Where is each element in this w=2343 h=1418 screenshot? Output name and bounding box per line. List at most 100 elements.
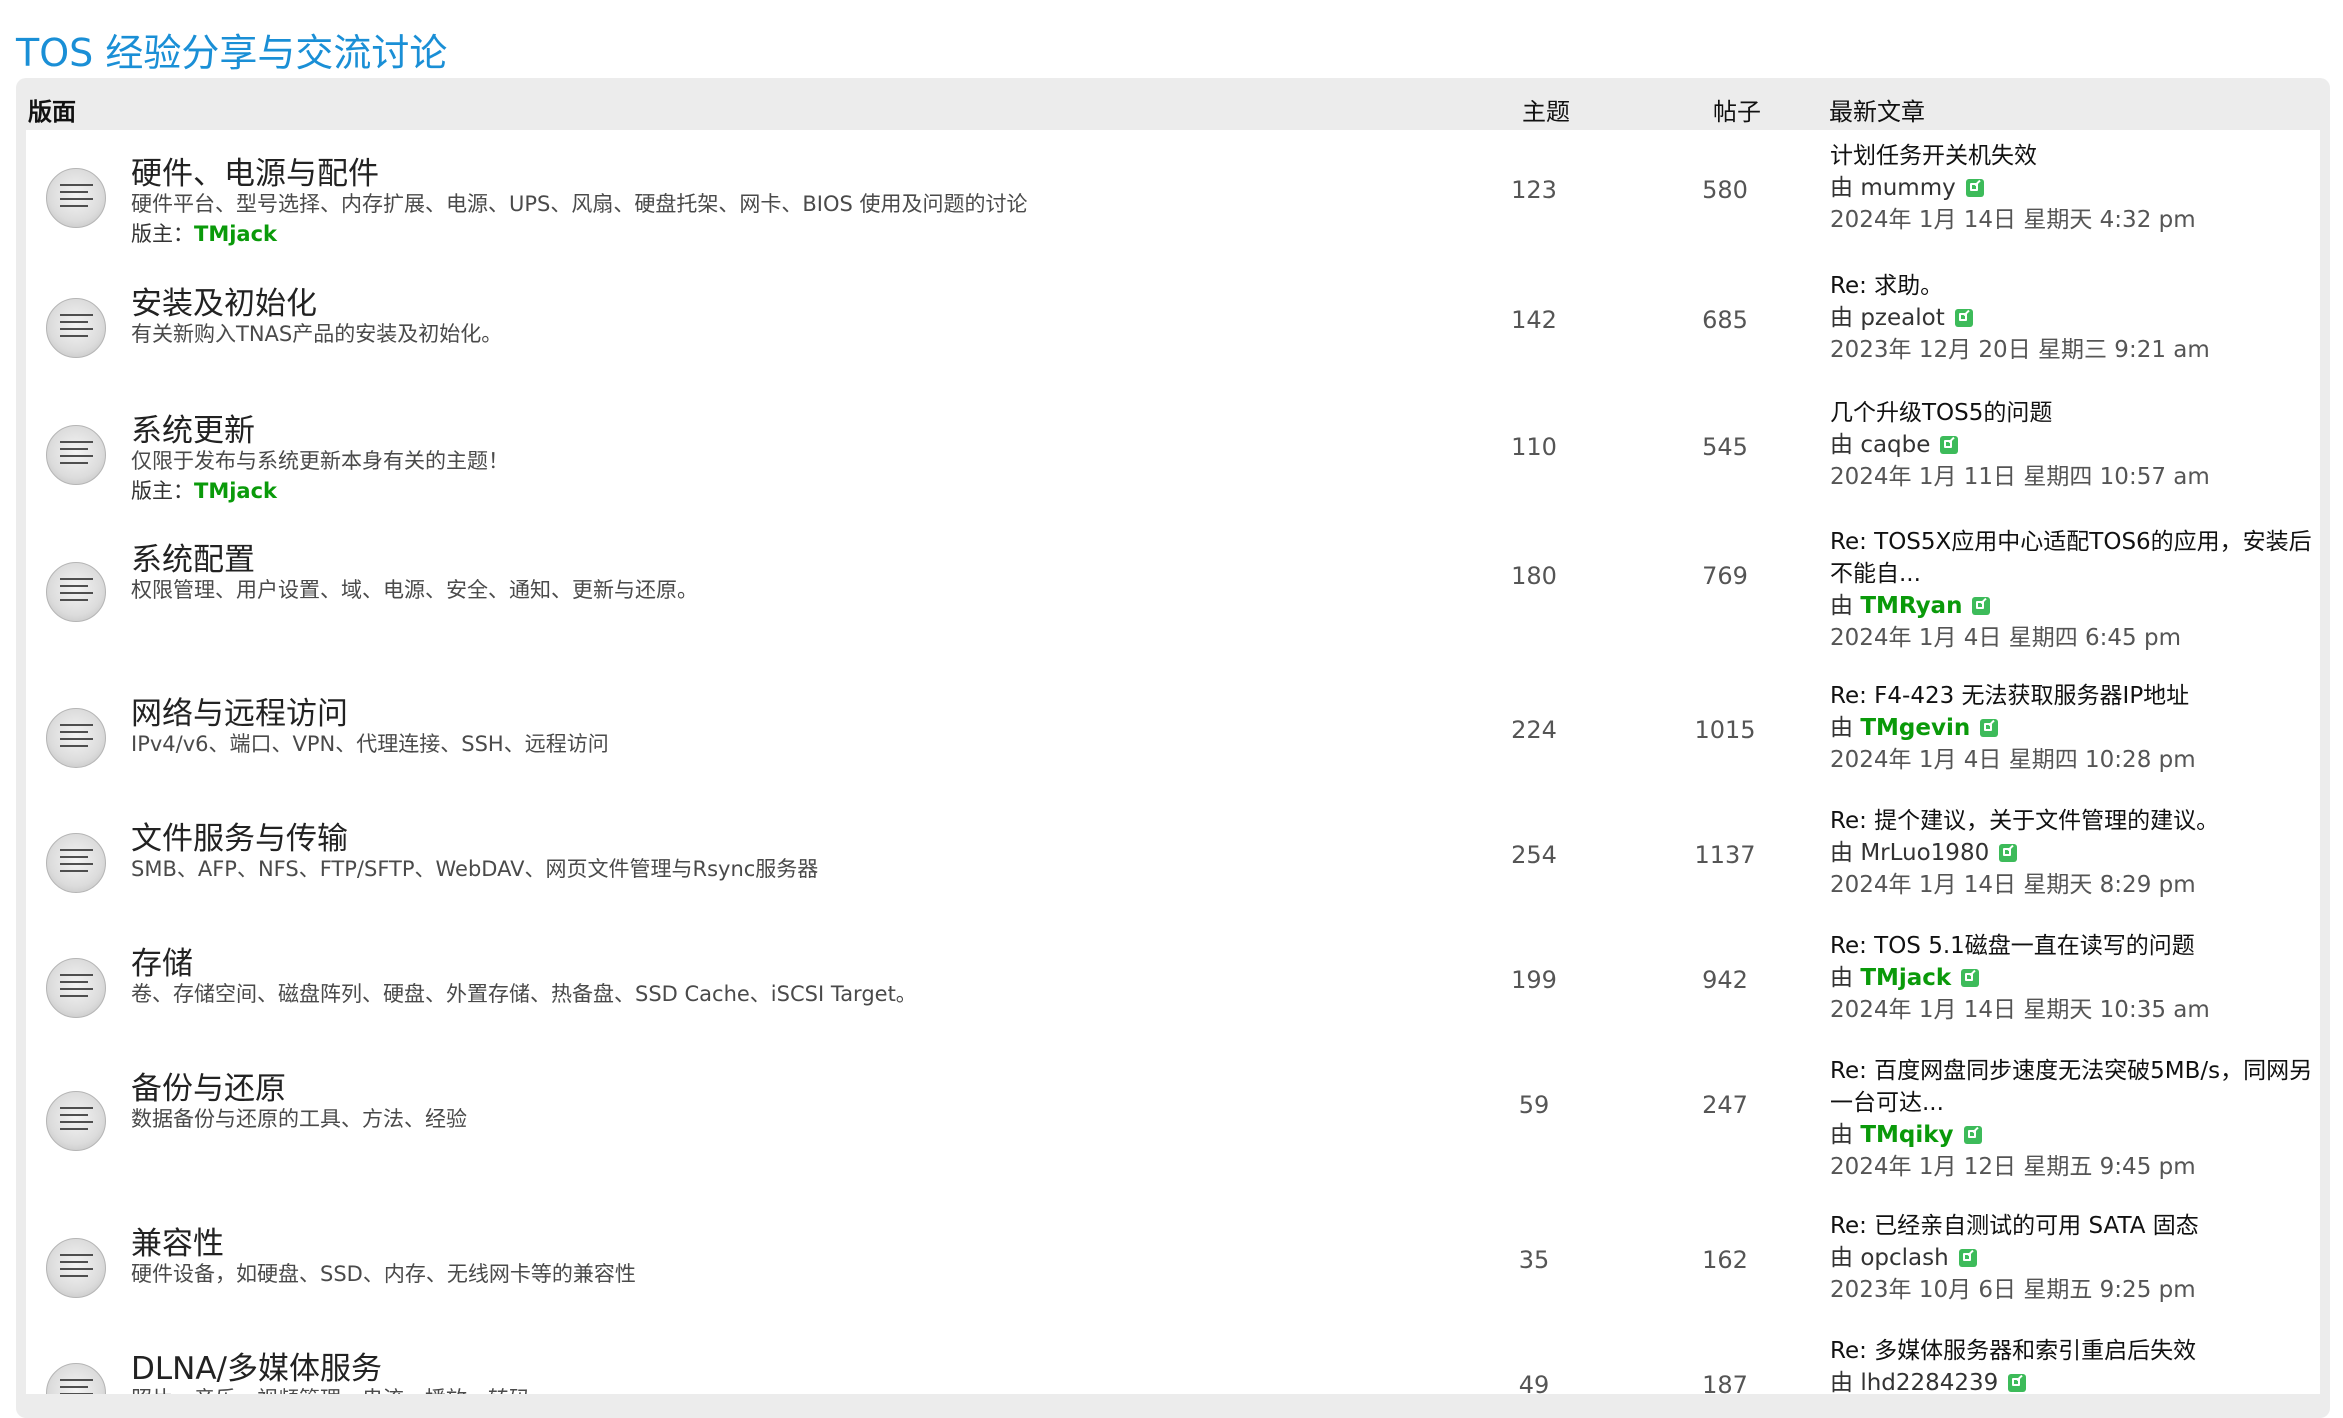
last-post-author-link[interactable]: opclash — [1860, 1245, 1948, 1271]
goto-last-post-icon[interactable] — [1961, 969, 1980, 987]
last-post-title-link[interactable]: 几个升级TOS5的问题 — [1830, 397, 2320, 429]
forum-title-link[interactable]: 存储 — [131, 938, 193, 983]
goto-last-post-icon[interactable] — [1980, 719, 1999, 737]
last-post-by: 由 pzealot — [1830, 302, 2320, 334]
last-post-author-link[interactable]: TMjack — [1860, 965, 1951, 991]
forum-read-icon — [46, 1238, 106, 1298]
forum-row: 存储 卷、存储空间、磁盘阵列、硬盘、外置存储、热备盘、SSD Cache、iSCS… — [26, 920, 2320, 1045]
goto-last-post-icon[interactable] — [2008, 1374, 2027, 1392]
forum-title-link[interactable]: 网络与远程访问 — [131, 688, 348, 733]
moderator-link[interactable]: TMjack — [194, 222, 277, 246]
last-post-title-link[interactable]: Re: TOS 5.1磁盘一直在读写的问题 — [1830, 930, 2320, 962]
forum-read-icon — [46, 958, 106, 1018]
forum-description: 硬件平台、型号选择、内存扩展、电源、UPS、风扇、硬盘托架、网卡、BIOS 使用… — [131, 192, 1028, 216]
forum-row: 硬件、电源与配件 硬件平台、型号选择、内存扩展、电源、UPS、风扇、硬盘托架、网卡… — [26, 130, 2320, 260]
forum-topic-count: 35 — [1518, 1246, 1550, 1274]
last-post-author-link[interactable]: TMRyan — [1860, 593, 1962, 619]
forum-title-link[interactable]: 系统更新 — [131, 405, 255, 450]
last-post-title-link[interactable]: Re: TOS5X应用中心适配TOS6的应用，安装后不能自... — [1830, 526, 2320, 590]
last-post-by: 由 mummy — [1830, 172, 2320, 204]
by-label: 由 — [1830, 305, 1853, 331]
forum-read-icon — [46, 833, 106, 893]
forum-title-link[interactable]: 硬件、电源与配件 — [131, 148, 379, 193]
forum-description: 照片、音乐、视频管理、串流、播放、转码 — [131, 1383, 530, 1394]
last-post: Re: TOS 5.1磁盘一直在读写的问题由 TMjack 2024年 1月 14… — [1830, 930, 2320, 1026]
by-label: 由 — [1830, 715, 1853, 741]
page-title[interactable]: TOS 经验分享与交流讨论 — [16, 22, 447, 77]
last-post-date: 2024年 1月 4日 星期四 10:28 pm — [1830, 747, 2196, 773]
forum-row: 兼容性 硬件设备，如硬盘、SSD、内存、无线网卡等的兼容性 35 162 Re: 已经亲… — [26, 1200, 2320, 1325]
last-post-title-link[interactable]: 计划任务开关机失效 — [1830, 140, 2320, 172]
forum-description: 卷、存储空间、磁盘阵列、硬盘、外置存储、热备盘、SSD Cache、iSCSI … — [131, 982, 917, 1006]
last-post-by: 由 TMRyan — [1830, 590, 2320, 622]
moderator-link[interactable]: TMjack — [194, 479, 277, 503]
forum-post-count: 162 — [1702, 1246, 1748, 1274]
forum-title-link[interactable]: 文件服务与传输 — [131, 813, 348, 858]
last-post-author-link[interactable]: TMgevin — [1860, 715, 1970, 741]
forum-post-count: 769 — [1702, 562, 1748, 590]
last-post-author-link[interactable]: pzealot — [1860, 305, 1944, 331]
last-post: Re: TOS5X应用中心适配TOS6的应用，安装后不能自... 由 TMRyan… — [1830, 526, 2320, 654]
last-post-title-link[interactable]: Re: 提个建议，关于文件管理的建议。 — [1830, 805, 2320, 837]
header-last-post: 最新文章 — [1829, 98, 1925, 126]
forum-row: 安装及初始化 有关新购入TNAS产品的安装及初始化。 142 685 Re: 求助。由 … — [26, 260, 2320, 387]
document-icon — [60, 578, 93, 607]
last-post-title-link[interactable]: Re: F4-423 无法获取服务器IP地址 — [1830, 680, 2320, 712]
forum-post-count: 580 — [1702, 176, 1748, 204]
last-post-by: 由 MrLuo1980 — [1830, 837, 2320, 869]
by-label: 由 — [1830, 593, 1853, 619]
goto-last-post-icon[interactable] — [1958, 1249, 1977, 1267]
document-icon — [60, 1379, 93, 1394]
forum-topic-count: 180 — [1511, 562, 1557, 590]
last-post: Re: F4-423 无法获取服务器IP地址由 TMgevin 2024年 1月 … — [1830, 680, 2320, 776]
by-label: 由 — [1830, 175, 1853, 201]
forum-topic-count: 110 — [1511, 433, 1557, 461]
forum-read-icon — [46, 562, 106, 622]
last-post-title-link[interactable]: Re: 求助。 — [1830, 270, 2320, 302]
last-post-author-link[interactable]: TMqiky — [1860, 1122, 1953, 1148]
forum-list-header: 版面 主题 帖子 最新文章 — [16, 78, 2330, 130]
goto-last-post-icon[interactable] — [1972, 597, 1991, 615]
last-post-title-link[interactable]: Re: 百度网盘同步速度无法突破5MB/s，同网另一台可达... — [1830, 1055, 2320, 1119]
last-post-date: 2024年 1月 11日 星期四 10:57 am — [1830, 464, 2210, 490]
last-post-title-link[interactable]: Re: 已经亲自测试的可用 SATA 固态 — [1830, 1210, 2320, 1242]
last-post-author-link[interactable]: lhd2284239 — [1860, 1370, 1998, 1394]
goto-last-post-icon[interactable] — [1940, 436, 1959, 454]
forum-title-link[interactable]: DLNA/多媒体服务 — [131, 1343, 382, 1388]
goto-last-post-icon[interactable] — [1963, 1126, 1982, 1144]
last-post: Re: 百度网盘同步速度无法突破5MB/s，同网另一台可达... 由 TMqiky… — [1830, 1055, 2320, 1183]
forum-row: DLNA/多媒体服务照片、音乐、视频管理、串流、播放、转码 49 187 Re: 多媒… — [26, 1325, 2320, 1394]
last-post-author-link[interactable]: MrLuo1980 — [1860, 840, 1989, 866]
document-icon — [60, 1254, 93, 1283]
forum-title-link[interactable]: 兼容性 — [131, 1218, 224, 1263]
header-forum: 版面 — [28, 98, 76, 126]
last-post-title-link[interactable]: Re: 多媒体服务器和索引重启后失效 — [1830, 1335, 2320, 1367]
last-post-date: 2024年 1月 14日 星期天 10:35 am — [1830, 997, 2210, 1023]
forum-title-link[interactable]: 系统配置 — [131, 534, 255, 579]
forum-moderators: 版主：TMjack — [131, 218, 277, 248]
last-post: Re: 提个建议，关于文件管理的建议。由 MrLuo1980 2024年 1月 1… — [1830, 805, 2320, 901]
last-post-by: 由 TMqiky — [1830, 1119, 2320, 1151]
last-post-date: 2024年 1月 14日 星期天 4:32 pm — [1830, 207, 2196, 233]
forum-title-link[interactable]: 安装及初始化 — [131, 278, 317, 323]
goto-last-post-icon[interactable] — [1999, 844, 2018, 862]
forum-topic-count: 59 — [1518, 1091, 1550, 1119]
last-post-date: 2023年 10月 6日 星期五 9:25 pm — [1830, 1277, 2196, 1303]
forum-topic-count: 224 — [1511, 716, 1557, 744]
last-post: 几个升级TOS5的问题由 caqbe 2024年 1月 11日 星期四 10:57… — [1830, 397, 2320, 493]
header-posts: 帖子 — [1713, 98, 1761, 126]
document-icon — [60, 849, 93, 878]
forum-description: 数据备份与还原的工具、方法、经验 — [131, 1107, 467, 1131]
forum-description: IPv4/v6、端口、VPN、代理连接、SSH、远程访问 — [131, 732, 609, 756]
last-post-author-link[interactable]: caqbe — [1860, 432, 1930, 458]
goto-last-post-icon[interactable] — [1954, 309, 1973, 327]
forum-post-count: 1137 — [1694, 841, 1756, 869]
goto-last-post-icon[interactable] — [1965, 179, 1984, 197]
forum-title-link[interactable]: 备份与还原 — [131, 1063, 286, 1108]
forum-post-count: 1015 — [1694, 716, 1756, 744]
forum-topic-count: 142 — [1511, 306, 1557, 334]
forum-topic-count: 254 — [1511, 841, 1557, 869]
last-post-author-link[interactable]: mummy — [1860, 175, 1955, 201]
moderator-label: 版主： — [131, 479, 194, 503]
last-post: 计划任务开关机失效由 mummy 2024年 1月 14日 星期天 4:32 pm — [1830, 140, 2320, 236]
